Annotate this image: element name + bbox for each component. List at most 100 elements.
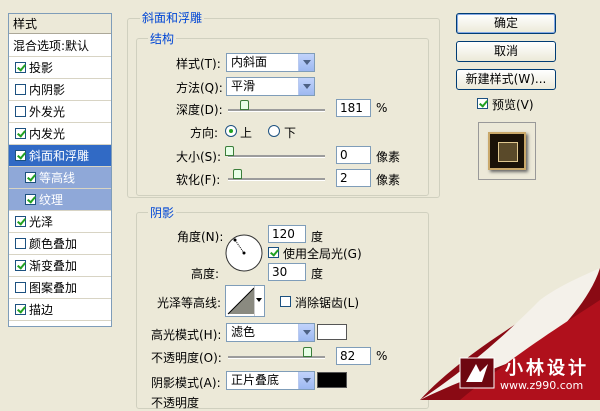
style-checkbox[interactable] — [15, 260, 26, 271]
style-list-item-label: 图案叠加 — [29, 281, 78, 295]
style-list-item[interactable]: 描边 — [9, 299, 111, 321]
soften-slider[interactable] — [228, 169, 325, 181]
style-list-item[interactable]: 斜面和浮雕 — [9, 145, 111, 167]
shadow-mode-select[interactable]: 正片叠底 — [226, 371, 315, 390]
style-list-item[interactable]: 颜色叠加 — [9, 233, 111, 255]
altitude-unit: 度 — [311, 267, 324, 281]
soften-input[interactable]: 2 — [336, 169, 371, 187]
cancel-button[interactable]: 取消 — [456, 41, 556, 62]
panel-title: 斜面和浮雕 — [140, 9, 205, 26]
style-list-item-label: 渐变叠加 — [29, 259, 78, 273]
style-list-item[interactable]: 图案叠加 — [9, 277, 111, 299]
highlight-opacity-input[interactable]: 82 — [336, 347, 371, 365]
global-light-label: 使用全局光(G) — [283, 247, 362, 261]
altitude-input[interactable]: 30 — [268, 263, 306, 281]
depth-unit: % — [376, 101, 388, 115]
shadow-color-swatch[interactable] — [317, 372, 347, 388]
style-checkbox[interactable] — [25, 194, 36, 205]
style-list-item[interactable]: 投影 — [9, 57, 111, 79]
anti-aliased-checkbox[interactable] — [280, 296, 291, 307]
angle-input[interactable]: 120 — [268, 225, 306, 243]
depth-input[interactable]: 181 — [336, 99, 371, 117]
ok-button[interactable]: 确定 — [456, 13, 556, 34]
size-slider-thumb[interactable] — [225, 146, 234, 156]
direction-down-radio[interactable] — [268, 125, 280, 137]
highlight-opacity-label: 不透明度(O): — [151, 351, 222, 365]
style-list-item-label: 内发光 — [29, 127, 66, 141]
preview-thumbnail — [478, 122, 536, 180]
shadow-opacity-label: 不透明度 — [151, 396, 200, 410]
style-checkbox[interactable] — [15, 150, 26, 161]
style-list-item[interactable]: 光泽 — [9, 211, 111, 233]
style-checkbox[interactable] — [15, 106, 26, 117]
soften-label: 软化(F): — [176, 173, 221, 187]
highlight-mode-label: 高光模式(H): — [151, 328, 222, 342]
new-style-button[interactable]: 新建样式(W)... — [456, 69, 556, 90]
direction-up-label: 上 — [240, 126, 253, 140]
style-list-item-label: 等高线 — [39, 171, 76, 185]
style-list-item-label: 内阴影 — [29, 83, 66, 97]
gloss-contour-picker[interactable] — [225, 285, 265, 317]
depth-slider-thumb[interactable] — [240, 100, 249, 110]
watermark-url: www.z990.com — [500, 379, 584, 392]
soften-unit: 像素 — [376, 173, 401, 187]
style-list-item[interactable]: 外发光 — [9, 101, 111, 123]
global-light-checkbox[interactable] — [268, 247, 279, 258]
style-list-item[interactable]: 渐变叠加 — [9, 255, 111, 277]
size-label: 大小(S): — [176, 150, 222, 164]
shadow-mode-label: 阴影模式(A): — [151, 376, 221, 390]
highlight-opacity-slider[interactable] — [228, 347, 325, 359]
highlight-mode-select[interactable]: 滤色 — [226, 323, 315, 342]
style-list-header: 样式 — [9, 14, 111, 34]
logo-icon — [459, 357, 495, 389]
direction-up-radio[interactable] — [225, 125, 237, 137]
preview-checkbox[interactable] — [477, 98, 488, 109]
style-checkbox[interactable] — [15, 84, 26, 95]
size-slider[interactable] — [225, 146, 325, 158]
technique-select[interactable]: 平滑 — [226, 77, 315, 96]
size-input[interactable]: 0 — [336, 146, 371, 164]
style-checkbox[interactable] — [15, 304, 26, 315]
size-unit: 像素 — [376, 150, 401, 164]
gloss-contour-label: 光泽等高线: — [157, 296, 222, 310]
anti-aliased-label: 消除锯齿(L) — [295, 296, 360, 310]
style-checkbox[interactable] — [15, 282, 26, 293]
style-checkbox[interactable] — [15, 216, 26, 227]
chevron-down-icon[interactable] — [298, 324, 314, 341]
depth-slider[interactable] — [228, 100, 325, 112]
chevron-down-icon[interactable] — [298, 78, 314, 95]
style-select-value: 内斜面 — [231, 55, 268, 69]
style-list-item[interactable]: 内阴影 — [9, 79, 111, 101]
watermark-name: 小林设计 — [505, 358, 589, 379]
direction-down-label: 下 — [284, 126, 297, 140]
preview-label: 预览(V) — [492, 98, 534, 112]
highlight-opacity-thumb[interactable] — [303, 347, 312, 357]
structure-title: 结构 — [148, 30, 177, 47]
chevron-down-icon[interactable] — [298, 372, 314, 389]
style-checkbox[interactable] — [25, 172, 36, 183]
style-list-item-label: 投影 — [29, 61, 54, 75]
blend-options-item[interactable]: 混合选项:默认 — [9, 35, 111, 57]
highlight-color-swatch[interactable] — [317, 324, 347, 340]
chevron-down-icon[interactable] — [298, 54, 314, 71]
style-list-item-label: 斜面和浮雕 — [29, 149, 90, 163]
style-list-item[interactable]: 等高线 — [9, 167, 111, 189]
style-select[interactable]: 内斜面 — [226, 53, 315, 72]
style-checkbox[interactable] — [15, 238, 26, 249]
preview-inner — [498, 142, 518, 162]
style-list-item[interactable]: 纹理 — [9, 189, 111, 211]
chevron-down-icon[interactable] — [254, 286, 263, 316]
angle-unit: 度 — [311, 230, 324, 244]
angle-dial[interactable] — [224, 233, 264, 273]
soften-slider-thumb[interactable] — [233, 169, 242, 179]
style-list: 样式 混合选项:默认 投影内阴影外发光内发光斜面和浮雕等高线纹理光泽颜色叠加渐变… — [8, 13, 112, 327]
style-list-item-label: 外发光 — [29, 105, 66, 119]
style-checkbox[interactable] — [15, 62, 26, 73]
contour-curve-icon — [227, 287, 255, 315]
angle-label: 角度(N): — [177, 230, 224, 244]
style-checkbox[interactable] — [15, 128, 26, 139]
style-list-item[interactable]: 内发光 — [9, 123, 111, 145]
style-list-item-label: 光泽 — [29, 215, 54, 229]
highlight-opacity-unit: % — [376, 349, 388, 363]
direction-label: 方向: — [190, 126, 219, 140]
